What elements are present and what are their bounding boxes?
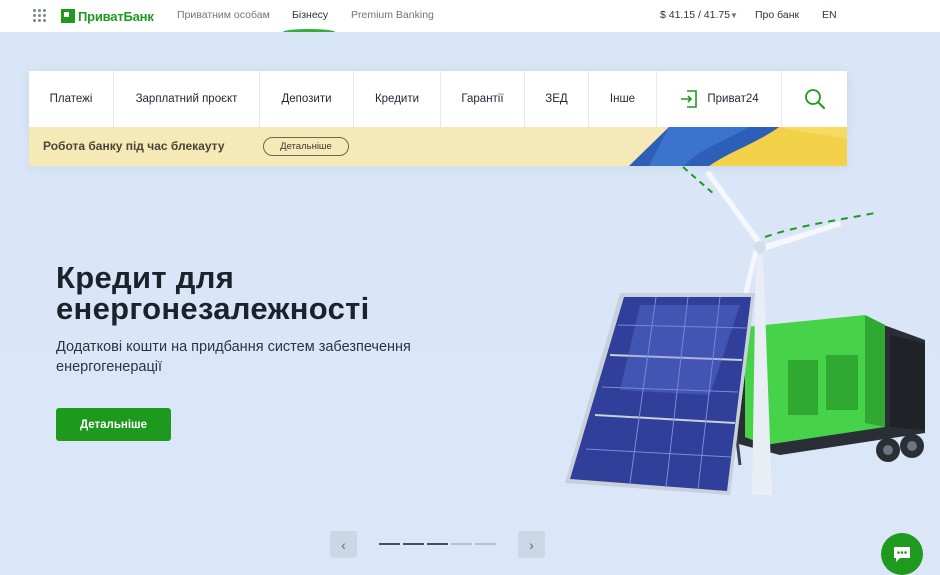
hero-title-line-1: Кредит для — [56, 260, 235, 295]
menu-item-guarantees[interactable]: Гарантії — [441, 71, 525, 127]
brand-logo[interactable]: ПриватБанк — [61, 7, 154, 25]
slide-dot[interactable] — [379, 543, 400, 545]
nav-about-bank[interactable]: Про банк — [755, 9, 799, 21]
slide-dot[interactable] — [451, 543, 472, 545]
search-icon — [804, 89, 825, 109]
login-arrow-icon — [681, 90, 698, 108]
hero-title-line-2: енергонезалежності — [56, 291, 370, 326]
main-menu: Платежі Зарплатний проєкт Депозити Креди… — [29, 71, 847, 127]
menu-item-fea[interactable]: ЗЕД — [525, 71, 589, 127]
top-bar: ПриватБанк Приватним особам Бізнесу Prem… — [0, 0, 940, 35]
hero-details-button[interactable]: Детальніше — [56, 408, 171, 441]
privat24-login[interactable]: Приват24 — [657, 71, 782, 127]
menu-item-payments[interactable]: Платежі — [29, 71, 114, 127]
prev-slide-button[interactable]: ‹ — [330, 531, 357, 558]
nav-private[interactable]: Приватним особам — [177, 9, 270, 21]
hero-subtitle-line-2: енергогенерації — [56, 359, 163, 375]
slide-dot[interactable] — [403, 543, 424, 545]
slide-indicators — [379, 543, 496, 545]
ukraine-flag-graphic — [629, 127, 847, 166]
menu-item-credits[interactable]: Кредити — [354, 71, 441, 127]
blackout-notice: Робота банку під час блекауту Детальніше — [29, 127, 847, 166]
language-switch[interactable]: EN — [822, 9, 837, 21]
notice-text: Робота банку під час блекауту — [43, 139, 225, 153]
apps-grid-icon[interactable] — [33, 9, 46, 22]
next-slide-button[interactable]: › — [518, 531, 545, 558]
hero-subtitle-line-1: Додаткові кошти на придбання систем забе… — [56, 339, 411, 355]
chevron-down-icon[interactable]: ▼ — [730, 11, 738, 20]
energy-illustration — [565, 166, 925, 495]
chat-button[interactable] — [881, 533, 923, 575]
notice-details-button[interactable]: Детальніше — [263, 137, 349, 156]
chevron-right-icon: › — [529, 536, 534, 553]
hero-title: Кредит для енергонезалежності — [56, 262, 476, 324]
privat24-label: Приват24 — [707, 93, 759, 105]
menu-item-other[interactable]: Інше — [589, 71, 657, 127]
search-button[interactable] — [782, 71, 847, 127]
nav-premium[interactable]: Premium Banking — [351, 9, 434, 21]
menu-item-salary-project[interactable]: Зарплатний проєкт — [114, 71, 260, 127]
slide-dot[interactable] — [475, 543, 496, 545]
chevron-left-icon: ‹ — [341, 536, 346, 553]
hero-subtitle: Додаткові кошти на придбання систем забе… — [56, 337, 476, 377]
slide-dot[interactable] — [427, 543, 448, 545]
brand-name: ПриватБанк — [78, 8, 154, 24]
nav-business[interactable]: Бізнесу — [292, 9, 328, 21]
menu-item-deposits[interactable]: Депозити — [260, 71, 354, 127]
exchange-rate[interactable]: $ 41.15 / 41.75 — [660, 9, 730, 21]
logo-mark-icon — [61, 9, 75, 23]
chat-bubble-icon — [894, 547, 910, 562]
solar-panel-graphic — [565, 293, 755, 495]
